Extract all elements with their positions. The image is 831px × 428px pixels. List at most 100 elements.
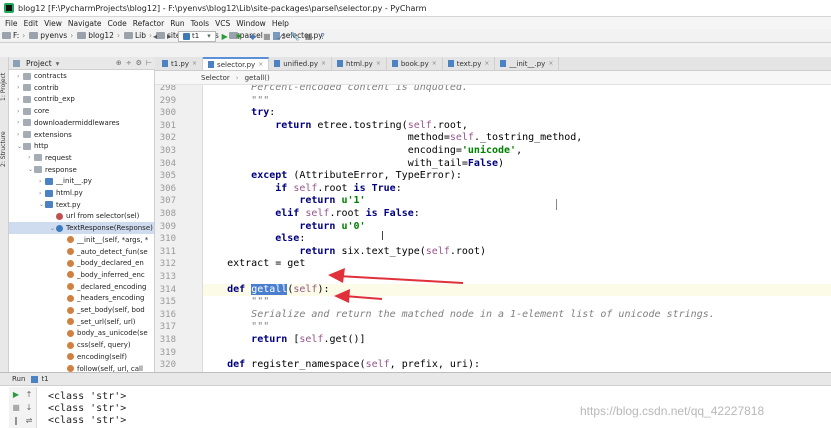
tree-item[interactable]: › contrib_exp <box>17 93 75 105</box>
tree-item[interactable]: _body_inferred_enc <box>61 269 145 281</box>
code-line[interactable]: return [self.get()] <box>203 334 831 347</box>
hide-icon[interactable]: ⊢ <box>146 59 152 67</box>
debug-icon[interactable]: ✱ <box>234 31 244 41</box>
menu-item-refactor[interactable]: Refactor <box>130 19 167 28</box>
tree-item[interactable]: _auto_detect_fun(se <box>61 246 148 258</box>
code-line[interactable]: with_tail=False) <box>203 158 831 171</box>
code-line[interactable]: if self.root is True: <box>203 183 831 196</box>
editor-tab[interactable]: __init__.py × <box>495 57 560 70</box>
code-line[interactable]: return six.text_type(self.root) <box>203 246 831 259</box>
tree-item[interactable]: › html.py <box>39 187 83 199</box>
code-line[interactable]: return u'0' <box>203 221 831 234</box>
forward-icon[interactable]: ▸ <box>164 31 174 41</box>
project-tool-tab[interactable]: 1: Project <box>0 61 9 113</box>
tree-item[interactable]: encoding(self) <box>61 351 127 363</box>
tree-item[interactable]: ⌄ response <box>28 164 77 176</box>
crumb-method[interactable]: getall() <box>245 74 270 82</box>
close-icon[interactable]: × <box>432 60 437 67</box>
run-icon[interactable]: ▶ <box>220 31 230 41</box>
code-line[interactable]: """ <box>203 296 831 309</box>
structure-icon[interactable]: ▦ <box>304 31 314 41</box>
editor-tab[interactable]: html.py × <box>332 57 387 70</box>
code-line[interactable]: else: <box>203 233 831 246</box>
run-panel-title[interactable]: Run <box>12 375 25 383</box>
wrap-icon[interactable]: ⇌ <box>25 417 33 425</box>
menu-item-view[interactable]: View <box>41 19 65 28</box>
coverage-icon[interactable]: ◆ <box>248 31 258 41</box>
tree-item[interactable]: › contrib <box>17 82 59 94</box>
rerun-icon[interactable]: ▶ <box>12 391 20 399</box>
help-icon[interactable]: ? <box>318 31 328 41</box>
code-line[interactable]: """ <box>203 321 831 334</box>
code-line[interactable]: """ <box>203 95 831 108</box>
settings-icon[interactable]: 🔧 <box>290 31 300 41</box>
tree-item[interactable]: › downloadermiddlewares <box>17 117 120 129</box>
project-panel-title[interactable]: Project <box>26 59 52 68</box>
menu-item-window[interactable]: Window <box>233 19 269 28</box>
close-icon[interactable]: × <box>192 60 197 67</box>
tree-item[interactable]: › extensions <box>17 129 72 141</box>
menu-item-tools[interactable]: Tools <box>188 19 212 28</box>
code-line[interactable]: Serialize and return the matched node in… <box>203 309 831 322</box>
code-line[interactable]: extract = get <box>203 258 831 271</box>
close-icon[interactable]: × <box>484 60 489 67</box>
code-editor[interactable]: Percent-encoded content is unquoted. """… <box>203 85 831 372</box>
editor-tab[interactable]: selector.py × <box>203 57 270 70</box>
menu-item-code[interactable]: Code <box>105 19 130 28</box>
close-icon[interactable]: × <box>548 60 553 67</box>
editor-tab[interactable]: t1.py × <box>157 57 204 70</box>
menu-item-vcs[interactable]: VCS <box>212 19 233 28</box>
tree-item[interactable]: ⌄ http <box>17 140 48 152</box>
breadcrumb-item[interactable]: blog12 › <box>77 31 120 40</box>
code-line[interactable]: try: <box>203 107 831 120</box>
chevron-down-icon[interactable]: ▾ <box>56 59 60 68</box>
tree-item[interactable]: css(self, query) <box>61 339 131 351</box>
menu-item-file[interactable]: File <box>2 19 21 28</box>
breadcrumb-item[interactable]: Lib › <box>123 31 152 40</box>
code-line[interactable] <box>203 347 831 360</box>
close-icon[interactable]: × <box>376 60 381 67</box>
code-line[interactable] <box>203 271 831 284</box>
code-line[interactable]: def register_namespace(self, prefix, uri… <box>203 359 831 372</box>
code-line[interactable]: method=self._tostring_method, <box>203 132 831 145</box>
close-icon[interactable]: × <box>258 61 263 68</box>
vcs-icon[interactable]: ⎇ <box>276 31 286 41</box>
code-line[interactable]: def getall(self): <box>203 283 831 297</box>
tree-item[interactable]: _body_declared_en <box>61 257 144 269</box>
collapse-icon[interactable]: ÷ <box>126 59 132 67</box>
menu-item-run[interactable]: Run <box>167 19 187 28</box>
breadcrumb-item[interactable]: pyenvs › <box>29 31 73 40</box>
tree-item[interactable]: _headers_encoding <box>61 292 144 304</box>
breadcrumb-item[interactable]: F: › <box>2 31 25 40</box>
tree-item[interactable]: ⌄ TextResponse(Response) <box>9 222 154 235</box>
tree-item[interactable]: _set_url(self, url) <box>61 316 136 328</box>
editor-tab[interactable]: book.py × <box>386 57 443 70</box>
tree-item[interactable]: › __init__.py <box>39 175 92 187</box>
menu-item-edit[interactable]: Edit <box>21 19 42 28</box>
menu-item-help[interactable]: Help <box>269 19 292 28</box>
tree-item[interactable]: body_as_unicode(se <box>61 327 148 339</box>
tree-item[interactable]: › core <box>17 105 49 117</box>
tree-item[interactable]: › request <box>28 152 72 164</box>
editor-tab[interactable]: unified.py × <box>269 57 333 70</box>
gear-icon[interactable]: ⚙ <box>136 59 142 67</box>
scroll-down-icon[interactable]: ↓ <box>25 404 33 412</box>
code-line[interactable]: return etree.tostring(self.root, <box>203 120 831 133</box>
code-line[interactable]: return u'1' <box>203 195 831 208</box>
run-config-select[interactable]: t1 ▾ <box>178 30 216 42</box>
code-line[interactable]: encoding='unicode', <box>203 145 831 158</box>
close-icon[interactable]: × <box>321 60 326 67</box>
tree-item[interactable]: _set_body(self, bod <box>61 304 145 316</box>
code-line[interactable]: Percent-encoded content is unquoted. <box>203 85 831 95</box>
code-line[interactable]: elif self.root is False: <box>203 208 831 221</box>
tree-item[interactable]: __init__(self, *args, * <box>61 234 148 246</box>
globe-icon[interactable]: ⊕ <box>116 59 122 67</box>
tree-item[interactable]: url from selector(sel) <box>50 210 139 222</box>
back-icon[interactable]: ◂ <box>150 31 160 41</box>
stop-icon[interactable]: ■ <box>262 31 272 41</box>
tree-item[interactable]: › contracts <box>17 70 67 82</box>
menu-item-navigate[interactable]: Navigate <box>65 19 105 28</box>
pause-icon[interactable]: ‖ <box>12 417 20 425</box>
editor-tab[interactable]: text.py × <box>442 57 496 70</box>
tree-item[interactable]: ⌄ text.py <box>39 199 81 211</box>
